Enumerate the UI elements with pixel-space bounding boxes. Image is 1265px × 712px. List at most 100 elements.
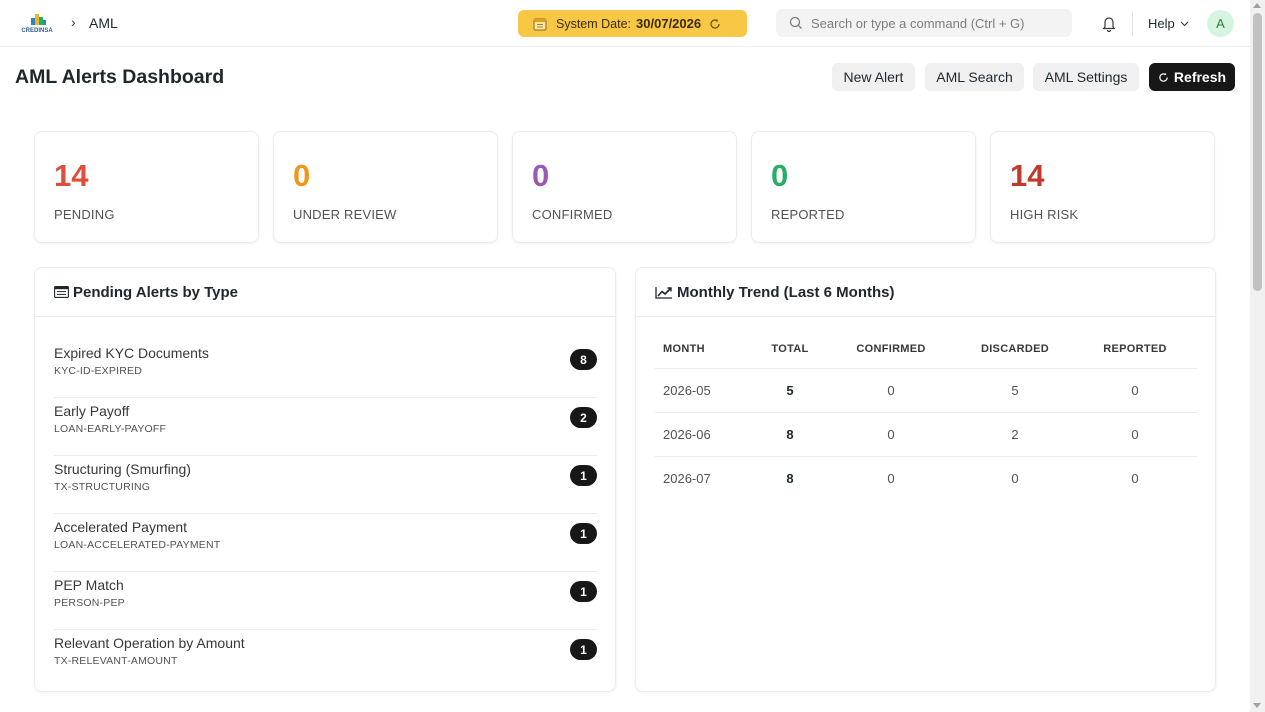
alert-type-name: Early Payoff [54,403,130,419]
page-scrollbar[interactable] [1250,0,1265,712]
stat-card-high-risk[interactable]: 14 HIGH RISK [990,131,1215,243]
column-header[interactable]: CONFIRMED [825,331,957,369]
column-header[interactable]: MONTH [655,331,755,369]
user-avatar[interactable]: A [1207,10,1234,37]
new-alert-button[interactable]: New Alert [832,63,915,91]
refresh-icon [1159,72,1168,82]
monthly-trend-table: MONTH TOTAL CONFIRMED DISCARDED REPORTED… [655,331,1197,500]
stat-label: UNDER REVIEW [293,207,397,222]
scroll-up-arrow[interactable] [1253,3,1261,8]
company-logo[interactable]: CREDINSA [18,12,56,34]
scroll-down-arrow[interactable] [1253,703,1261,708]
system-date-badge[interactable]: System Date: 30/07/2026 [518,10,747,37]
table-row[interactable]: 2026-06 8 0 2 0 [655,412,1197,457]
cell-total: 8 [786,470,794,486]
count-badge: 1 [570,523,597,544]
search-input[interactable] [811,15,1061,31]
cell-confirmed: 0 [887,470,895,486]
search-icon [789,16,802,29]
bell-icon[interactable] [1101,15,1117,32]
cell-reported: 0 [1073,368,1197,413]
count-badge: 1 [570,639,597,660]
list-item[interactable]: Accelerated Payment LOAN-ACCELERATED-PAY… [54,514,597,572]
chevron-down-icon [1180,21,1189,26]
alert-type-code: PERSON-PEP [54,597,125,609]
help-menu[interactable]: Help [1148,16,1189,31]
stat-value: 0 [771,158,789,193]
alert-type-code: TX-RELEVANT-AMOUNT [54,655,178,667]
cell-confirmed: 0 [825,368,957,413]
alert-type-code: TX-STRUCTURING [54,481,151,493]
refresh-button[interactable]: Refresh [1149,63,1235,91]
refresh-icon[interactable] [709,18,721,30]
cell-discarded: 2 [957,412,1073,457]
count-badge: 1 [570,465,597,486]
aml-search-button[interactable]: AML Search [925,63,1024,91]
scrollbar-thumb[interactable] [1253,13,1262,291]
stat-label: REPORTED [771,207,845,222]
table-row[interactable]: 2026-07 8 0 0 0 [655,456,1197,500]
stat-label: CONFIRMED [532,207,613,222]
cell-discarded: 0 [1011,470,1019,486]
alert-type-name: Accelerated Payment [54,519,188,535]
cell-reported: 0 [1073,412,1197,457]
alert-type-list: Expired KYC Documents KYC-ID-EXPIRED 8 E… [54,340,597,688]
calendar-icon [533,18,547,30]
stat-label: PENDING [54,207,115,222]
stat-value: 14 [1010,158,1045,193]
help-label: Help [1148,16,1175,31]
panel-title: Monthly Trend (Last 6 Months) [677,283,895,301]
list-item[interactable]: Expired KYC Documents KYC-ID-EXPIRED 8 [54,340,597,398]
list-item[interactable]: Relevant Operation by Amount TX-RELEVANT… [54,630,597,688]
cell-reported: 0 [1131,470,1139,486]
command-search[interactable] [776,9,1072,37]
stat-value: 0 [532,158,550,193]
logo-text: CREDINSA [21,28,53,34]
aml-settings-button[interactable]: AML Settings [1033,63,1139,91]
cell-month: 2026-05 [655,368,755,413]
count-badge: 2 [570,407,597,428]
stat-label: HIGH RISK [1010,207,1079,222]
alert-type-name: PEP Match [54,577,124,593]
stat-card-pending[interactable]: 14 PENDING [34,131,259,243]
system-date-value: 30/07/2026 [636,16,702,31]
count-badge: 8 [570,349,597,370]
list-item[interactable]: PEP Match PERSON-PEP 1 [54,572,597,630]
column-header[interactable]: REPORTED [1073,331,1197,369]
list-item[interactable]: Early Payoff LOAN-EARLY-PAYOFF 2 [54,398,597,456]
column-header[interactable]: TOTAL [755,331,825,369]
cell-discarded: 5 [957,368,1073,413]
navbar-divider [1132,11,1133,36]
stat-value: 0 [293,158,311,193]
list-item[interactable]: Structuring (Smurfing) TX-STRUCTURING 1 [54,456,597,514]
breadcrumb-aml[interactable]: AML [89,15,118,31]
panel-header: Monthly Trend (Last 6 Months) [636,268,1215,317]
system-date-label: System Date: [556,16,632,31]
stat-card-confirmed[interactable]: 0 CONFIRMED [512,131,737,243]
pending-alerts-panel: Pending Alerts by Type Expired KYC Docum… [34,267,616,692]
trend-chart-icon [655,286,672,299]
stat-value: 14 [54,158,89,193]
cell-total: 8 [755,412,825,457]
column-header[interactable]: DISCARDED [957,331,1073,369]
cell-total: 5 [755,368,825,413]
alert-type-name: Expired KYC Documents [54,345,209,361]
alert-type-name: Relevant Operation by Amount [54,635,245,651]
breadcrumb-separator: › [71,14,76,30]
stat-card-reported[interactable]: 0 REPORTED [751,131,976,243]
table-header-row: MONTH TOTAL CONFIRMED DISCARDED REPORTED [655,331,1197,369]
panel-header: Pending Alerts by Type [35,268,615,317]
table-row[interactable]: 2026-05 5 0 5 0 [655,368,1197,413]
alert-type-code: LOAN-EARLY-PAYOFF [54,423,167,435]
panel-title: Pending Alerts by Type [73,283,239,301]
stat-card-under-review[interactable]: 0 UNDER REVIEW [273,131,498,243]
refresh-label: Refresh [1173,69,1227,85]
count-badge: 1 [570,581,597,602]
cell-month: 2026-06 [655,412,755,457]
monthly-trend-panel: Monthly Trend (Last 6 Months) MONTH TOTA… [635,267,1216,692]
alert-type-code: KYC-ID-EXPIRED [54,365,142,377]
top-navbar: CREDINSA › AML System Date: 30/07/2026 H… [0,0,1250,47]
alert-type-name: Structuring (Smurfing) [54,461,191,477]
list-icon [54,286,69,298]
cell-month: 2026-07 [663,470,711,486]
